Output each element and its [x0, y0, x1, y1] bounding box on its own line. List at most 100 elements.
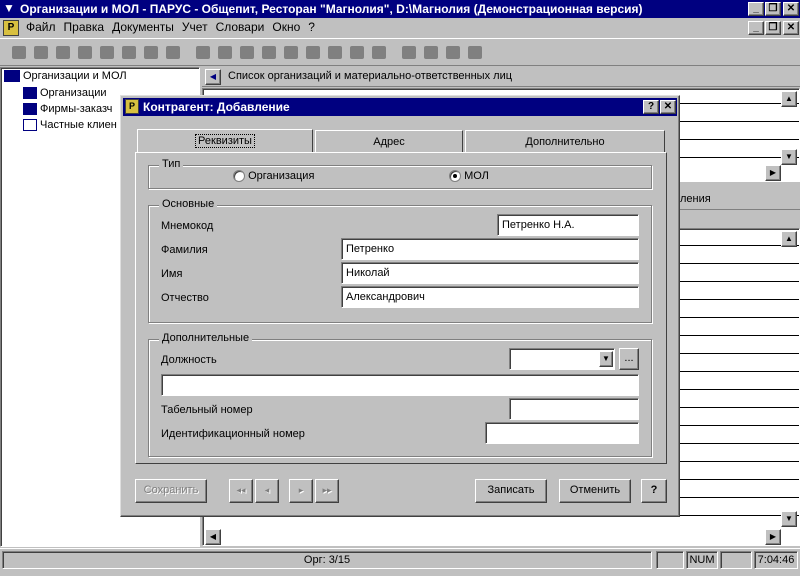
scroll-down-icon[interactable]: ▼ — [781, 149, 797, 165]
dialog-close-button[interactable]: ✕ — [660, 100, 676, 114]
copy-icon[interactable] — [30, 41, 52, 63]
dialog-tabs: Реквизиты Адрес Дополнительно — [137, 129, 665, 154]
tool-2-icon[interactable] — [214, 41, 236, 63]
first-record-button[interactable]: ◂◂ — [229, 479, 253, 503]
tree-root-label: Организации и МОЛ — [23, 70, 127, 82]
scroll-right-icon[interactable]: ▶ — [765, 165, 781, 181]
menu-window[interactable]: Окно — [268, 18, 304, 36]
close-button[interactable]: ✕ — [783, 2, 799, 16]
list-panel-title: Список организаций и материально-ответст… — [228, 70, 513, 82]
last-record-button[interactable]: ▸▸ — [315, 479, 339, 503]
name-field[interactable]: Николай — [341, 262, 639, 284]
main-group: Основные Мнемокод Петренко Н.А. Фамилия … — [148, 198, 652, 323]
tree-root[interactable]: Организации и МОЛ — [4, 70, 127, 83]
tab-page: Тип Организация МОЛ Основные Мнемокод Пе… — [135, 152, 667, 464]
record-button[interactable]: Записать — [475, 479, 547, 503]
tab-requisites[interactable]: Реквизиты — [137, 129, 313, 153]
idnum-field[interactable] — [485, 422, 639, 444]
detail-scroll-down-icon[interactable]: ▼ — [781, 511, 797, 527]
menu-bar: Р Файл Правка Документы Учет Словари Окно? _ … — [0, 18, 800, 38]
edit-icon[interactable] — [52, 41, 74, 63]
cancel-button[interactable]: Отменить — [559, 479, 631, 503]
mnemocode-label: Мнемокод — [161, 220, 214, 232]
extra-group: Дополнительные Должность ▼ ... Табельный… — [148, 332, 652, 457]
filter-icon[interactable] — [96, 41, 118, 63]
tool-1-icon[interactable] — [192, 41, 214, 63]
type-legend: Тип — [159, 158, 184, 170]
refresh-icon[interactable] — [162, 41, 184, 63]
app-menu-icon[interactable]: ▼ — [3, 1, 17, 15]
mnemocode-field[interactable]: Петренко Н.А. — [497, 214, 639, 236]
calculator-icon[interactable] — [398, 41, 420, 63]
position-ellipsis-button[interactable]: ... — [619, 348, 639, 370]
patronymic-field[interactable]: Александрович — [341, 286, 639, 308]
tool-3-icon[interactable] — [236, 41, 258, 63]
mdi-restore-button[interactable]: ❐ — [765, 21, 781, 35]
surname-field[interactable]: Петренко — [341, 238, 639, 260]
status-main: Орг: 3/15 — [2, 551, 652, 569]
status-record-counter: Орг: 3/15 — [303, 554, 351, 566]
tool-5-icon[interactable] — [280, 41, 302, 63]
tabnum-label: Табельный номер — [161, 404, 253, 416]
menu-documents[interactable]: Документы — [108, 18, 178, 36]
tool-6-icon[interactable] — [302, 41, 324, 63]
status-num: NUM — [686, 551, 718, 569]
tree-item-firms[interactable]: Фирмы-заказч — [23, 103, 112, 116]
position-dropdown-icon[interactable]: ▼ — [599, 351, 613, 367]
radio-mol[interactable]: МОЛ — [449, 170, 489, 183]
dialog-title: Контрагент: Добавление — [143, 100, 290, 114]
tree-item-organizations[interactable]: Организации — [23, 87, 107, 100]
mdi-minimize-button[interactable]: _ — [748, 21, 764, 35]
mdi-close-button[interactable]: ✕ — [783, 21, 799, 35]
help-button[interactable]: ? — [641, 479, 667, 503]
tool-8-icon[interactable] — [346, 41, 368, 63]
next-record-button[interactable]: ▸ — [289, 479, 313, 503]
tree-item-private-clients[interactable]: Частные клиен — [23, 119, 117, 132]
menu-accounting[interactable]: Учет — [178, 18, 212, 36]
counterparty-dialog: Р Контрагент: Добавление ? ✕ Реквизиты А… — [120, 95, 680, 517]
menu-file[interactable]: Файл — [22, 18, 60, 36]
tab-address[interactable]: Адрес — [315, 130, 463, 152]
find-icon[interactable] — [118, 41, 140, 63]
position-text-field[interactable] — [161, 374, 639, 396]
book-icon — [23, 87, 37, 100]
delete-icon[interactable] — [74, 41, 96, 63]
menu-edit[interactable]: Правка — [60, 18, 109, 36]
app-title-bar: ▼ Организации и МОЛ - ПАРУС - Общепит, Р… — [0, 0, 800, 18]
dialog-help-button[interactable]: ? — [643, 100, 659, 114]
menu-help[interactable]: ? — [304, 18, 319, 36]
collapse-left-icon[interactable]: ◀ — [205, 69, 221, 85]
scroll-up-icon[interactable]: ▲ — [781, 91, 797, 107]
radio-organization[interactable]: Организация — [233, 170, 314, 183]
prev-record-button[interactable]: ◂ — [255, 479, 279, 503]
maximize-button[interactable]: ❐ — [765, 2, 781, 16]
save-button[interactable]: Сохранить — [135, 479, 207, 503]
list-panel-header: ◀ Список организаций и материально-ответ… — [202, 67, 800, 87]
main-legend: Основные — [159, 198, 218, 210]
status-time: 7:04:46 — [754, 551, 798, 569]
name-label: Имя — [161, 268, 183, 280]
tree-icon[interactable] — [464, 41, 486, 63]
tool-4-icon[interactable] — [258, 41, 280, 63]
print-icon[interactable] — [140, 41, 162, 63]
detail-scroll-right-icon[interactable]: ▶ — [765, 529, 781, 545]
patronymic-label: Отчество — [161, 292, 209, 304]
tab-additional[interactable]: Дополнительно — [465, 130, 665, 152]
app-logo-icon: Р — [3, 20, 19, 36]
tools-icon[interactable] — [420, 41, 442, 63]
idnum-label: Идентификационный номер — [161, 428, 305, 440]
add-icon[interactable] — [8, 41, 30, 63]
books-icon — [4, 70, 20, 83]
status-bar: Орг: 3/15 NUM 7:04:46 — [0, 548, 800, 576]
tool-7-icon[interactable] — [324, 41, 346, 63]
dialog-logo-icon: Р — [125, 99, 139, 114]
tabnum-field[interactable] — [509, 398, 639, 420]
extra-legend: Дополнительные — [159, 332, 253, 344]
detail-scroll-up-icon[interactable]: ▲ — [781, 231, 797, 247]
tool-9-icon[interactable] — [368, 41, 390, 63]
menu-dictionaries[interactable]: Словари — [212, 18, 269, 36]
radio-mol-icon — [449, 170, 461, 183]
detail-scroll-left-icon[interactable]: ◀ — [205, 529, 221, 545]
minimize-button[interactable]: _ — [748, 2, 764, 16]
folder-icon[interactable] — [442, 41, 464, 63]
